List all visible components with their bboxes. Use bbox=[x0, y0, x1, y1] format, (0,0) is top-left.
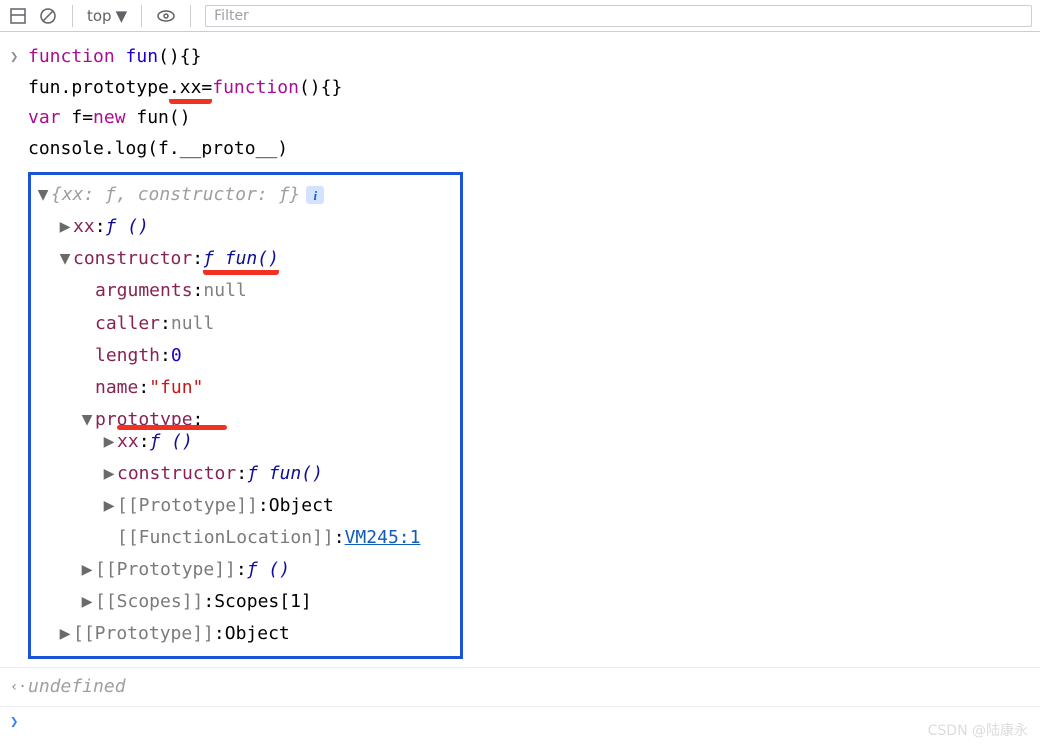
context-selector[interactable]: top ▼ bbox=[87, 7, 127, 25]
eye-icon[interactable] bbox=[156, 6, 176, 26]
panel-icon[interactable] bbox=[8, 6, 28, 26]
arrow-right-icon[interactable]: ▶ bbox=[57, 618, 73, 650]
chevron-right-icon: ❯ bbox=[10, 707, 28, 735]
separator bbox=[72, 5, 73, 27]
prop-length[interactable]: length: 0 bbox=[79, 340, 454, 372]
prop-constructor[interactable]: ▼ constructor: ƒ fun() bbox=[57, 243, 454, 275]
separator bbox=[190, 5, 191, 27]
clear-icon[interactable] bbox=[38, 6, 58, 26]
object-summary[interactable]: ▼ {xx: ƒ, constructor: ƒ} i bbox=[35, 179, 454, 211]
prop-arguments[interactable]: arguments: null bbox=[79, 275, 454, 307]
input-row: ❯ function fun(){} fun.prototype.xx=func… bbox=[0, 42, 1040, 164]
prop-root-proto[interactable]: ▶ [[Prototype]]: Object bbox=[57, 618, 454, 650]
return-row: ‹· undefined bbox=[0, 667, 1040, 708]
arrow-down-icon[interactable]: ▼ bbox=[57, 243, 73, 275]
prop-proto-prototype[interactable]: ▶ [[Prototype]]: Object bbox=[101, 490, 454, 522]
chevron-down-icon: ▼ bbox=[116, 7, 128, 25]
filter-input[interactable] bbox=[205, 5, 1032, 27]
prop-xx[interactable]: ▶ xx: ƒ () bbox=[57, 211, 454, 243]
arrow-right-icon[interactable]: ▶ bbox=[79, 586, 95, 618]
watermark: CSDN @陆康永 bbox=[928, 720, 1028, 740]
prop-caller[interactable]: caller: null bbox=[79, 308, 454, 340]
context-label: top bbox=[87, 7, 112, 25]
chevron-left-icon: ‹· bbox=[10, 672, 28, 700]
arrow-right-icon[interactable]: ▶ bbox=[101, 458, 117, 490]
prop-proto-xx[interactable]: ▶ xx: ƒ () bbox=[101, 426, 454, 458]
prop-scopes[interactable]: ▶ [[Scopes]]: Scopes[1] bbox=[79, 586, 454, 618]
chevron-right-icon: ❯ bbox=[10, 42, 28, 70]
console-toolbar: top ▼ bbox=[0, 0, 1040, 32]
arrow-right-icon[interactable]: ▶ bbox=[79, 554, 95, 586]
prop-function-location[interactable]: [[FunctionLocation]]: VM245:1 bbox=[101, 522, 454, 554]
info-icon[interactable]: i bbox=[306, 186, 324, 204]
console-body: ❯ function fun(){} fun.prototype.xx=func… bbox=[0, 32, 1040, 735]
arrow-down-icon[interactable]: ▼ bbox=[35, 179, 51, 211]
separator bbox=[141, 5, 142, 27]
prop-name[interactable]: name: "fun" bbox=[79, 372, 454, 404]
prop-proto-constructor[interactable]: ▶ constructor: ƒ fun() bbox=[101, 458, 454, 490]
arrow-down-icon[interactable]: ▼ bbox=[79, 404, 95, 436]
arrow-right-icon[interactable]: ▶ bbox=[101, 426, 117, 458]
vm-link[interactable]: VM245:1 bbox=[345, 522, 421, 554]
console-output-object: ▼ {xx: ƒ, constructor: ƒ} i ▶ xx: ƒ () ▼… bbox=[28, 172, 463, 658]
arrow-right-icon[interactable]: ▶ bbox=[101, 490, 117, 522]
arrow-right-icon[interactable]: ▶ bbox=[57, 211, 73, 243]
return-value: undefined bbox=[28, 672, 126, 703]
prompt-row[interactable]: ❯ bbox=[0, 707, 1040, 735]
code-input: function fun(){} fun.prototype.xx=functi… bbox=[28, 42, 342, 164]
prop-ctor-proto[interactable]: ▶ [[Prototype]]: ƒ () bbox=[79, 554, 454, 586]
